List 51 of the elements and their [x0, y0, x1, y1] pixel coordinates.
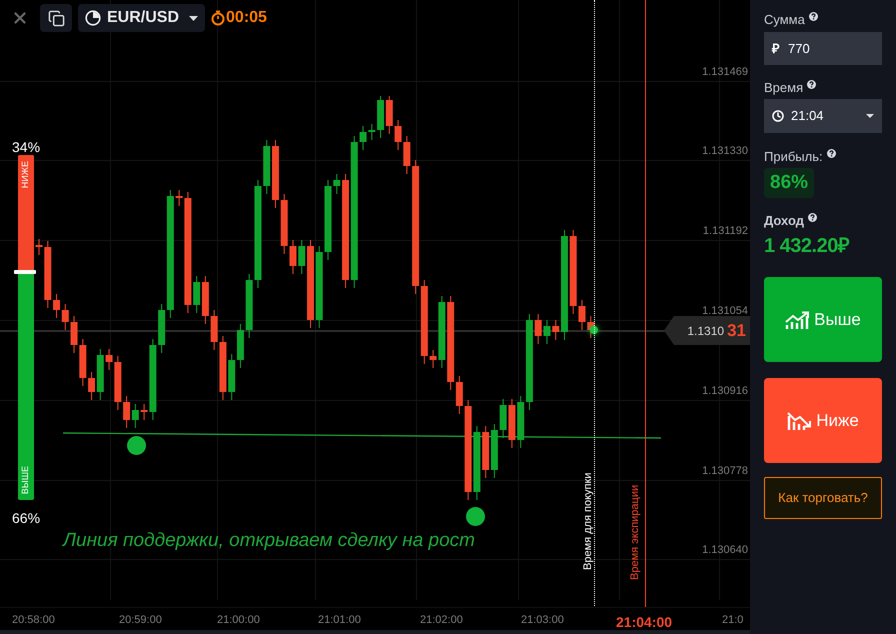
caret-icon — [866, 114, 874, 118]
pair-select[interactable]: EUR/USD — [78, 4, 206, 32]
purchase-time-label: Время для покупки — [583, 472, 594, 570]
support-point-icon — [466, 507, 485, 526]
time-select[interactable]: 21:04 — [764, 99, 882, 133]
falling-chart-icon — [787, 412, 814, 430]
price-axis-label: 1.130778 — [702, 464, 748, 479]
expiry-time-label: 21:04:00 — [616, 613, 672, 632]
price-axis-label: 1.130916 — [702, 384, 748, 399]
income-label: Доход — [764, 212, 804, 230]
time-axis-label: 20:59:00 — [119, 613, 162, 628]
price-axis-label: 1.131054 — [702, 304, 748, 319]
clock-icon — [772, 110, 784, 122]
time-axis-label: 21:02:00 — [420, 613, 463, 628]
support-point-icon — [127, 436, 146, 455]
how-to-trade-button[interactable]: Как торговать? — [764, 477, 882, 519]
copy-icon — [48, 10, 64, 26]
stopwatch-icon — [211, 10, 226, 26]
caret-icon — [189, 16, 198, 20]
timer: 00:05 — [211, 6, 267, 30]
price-axis-label: 1.130640 — [702, 543, 748, 558]
time-label: Время — [764, 79, 804, 98]
rising-chart-icon — [785, 310, 812, 328]
help-icon[interactable] — [808, 12, 818, 20]
time-axis-label: 21:00:00 — [217, 613, 260, 628]
buy-label: ВЫШЕ — [21, 466, 30, 494]
sell-label: НИЖЕ — [21, 161, 30, 188]
buy-percent: 66% — [12, 509, 40, 528]
price-axis-label: 1.131192 — [702, 224, 748, 239]
copy-button[interactable] — [40, 4, 72, 32]
profit-label: Прибыль: — [764, 148, 823, 166]
price-axis-label: 1.131469 — [702, 65, 748, 80]
candle — [298, 240, 306, 274]
help-icon[interactable] — [808, 212, 817, 222]
time-axis-label: 21:0 — [722, 613, 744, 628]
expiry-time-label: Время экспирации — [630, 484, 641, 580]
income-value: 1 432.20₽ — [764, 234, 850, 259]
annotation-text: Линия поддержки, открываем сделку на рост — [63, 529, 475, 553]
amount-label: Сумма — [764, 11, 805, 30]
currency-symbol: ₽ — [772, 40, 780, 58]
time-axis-label: 21:03:00 — [521, 613, 564, 628]
amount-field[interactable]: ₽ 770 — [764, 32, 882, 65]
profit-value: 86% — [764, 168, 814, 198]
current-price-tag: 1.1310 31 — [664, 316, 750, 345]
time-axis-label: 20:58:00 — [12, 613, 55, 628]
help-icon[interactable] — [807, 80, 816, 88]
price-axis-label: 1.131330 — [702, 144, 748, 159]
sell-percent: 34% — [12, 138, 40, 157]
pie-icon — [85, 10, 101, 26]
time-axis-label: 21:01:00 — [318, 613, 361, 628]
help-icon[interactable] — [826, 148, 836, 158]
